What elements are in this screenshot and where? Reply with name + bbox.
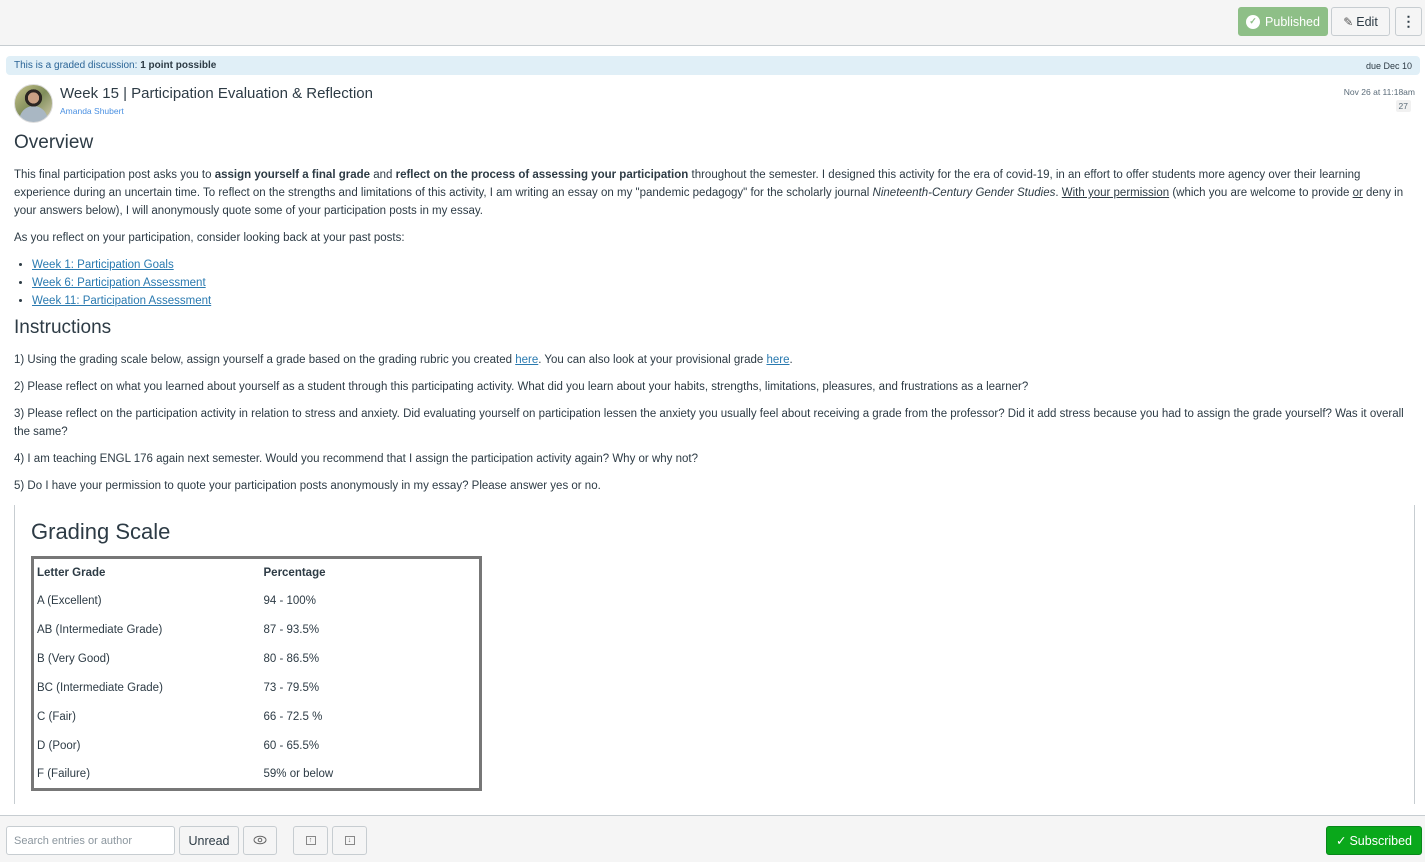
table-row: BC (Intermediate Grade) 73 - 79.5%	[33, 674, 481, 703]
published-label: Published	[1265, 14, 1320, 29]
check-circle-icon: ✓	[1246, 14, 1261, 29]
percentage-cell: 87 - 93.5%	[263, 624, 320, 636]
letter-grade-cell: C (Fair)	[37, 711, 76, 723]
list-item: Week 6: Participation Assessment	[32, 274, 211, 292]
post-date: Nov 26 at 11:18am	[1343, 87, 1415, 97]
top-toolbar: ✓ Published ✎ Edit ⋮	[0, 0, 1425, 46]
post-title: Week 15 | Participation Evaluation & Ref…	[60, 85, 373, 102]
points-possible: 1 point possible	[140, 60, 217, 71]
past-post-link-week-11[interactable]: Week 11: Participation Assessment	[32, 295, 211, 307]
edit-label: Edit	[1356, 14, 1378, 29]
pencil-icon: ✎	[1343, 14, 1354, 29]
intro-text: This final participation post asks you t…	[14, 169, 215, 181]
letter-grade-cell: A (Excellent)	[37, 595, 102, 607]
expand-replies-button[interactable]: ↓	[332, 826, 367, 855]
published-button[interactable]: ✓ Published	[1238, 7, 1328, 36]
table-row: F (Failure) 59% or below	[33, 761, 481, 790]
subscribed-button[interactable]: ✓ Subscribed	[1326, 826, 1422, 855]
unread-label: Unread	[188, 833, 230, 848]
reflect-paragraph: As you reflect on your participation, co…	[14, 232, 405, 244]
graded-label: This is a graded discussion:	[14, 60, 138, 71]
graded-discussion-banner: This is a graded discussion: 1 point pos…	[6, 56, 1420, 75]
checkmark-icon: ✓	[1335, 834, 1347, 848]
instruction-text: 1) Using the grading scale below, assign…	[14, 354, 516, 366]
collapse-replies-button[interactable]: ↑	[293, 826, 328, 855]
past-posts-list: Week 1: Participation Goals Week 6: Part…	[14, 256, 211, 310]
grading-scale-table: Letter Grade Percentage A (Excellent) 94 …	[31, 556, 482, 791]
past-post-link-week-1[interactable]: Week 1: Participation Goals	[32, 259, 174, 271]
reply-count-badge: 27	[1395, 100, 1411, 112]
percentage-cell: 94 - 100%	[263, 595, 316, 607]
unread-filter-button[interactable]: Unread	[179, 826, 239, 855]
mark-all-read-button[interactable]	[243, 826, 277, 855]
table-header-row: Letter Grade Percentage	[33, 558, 481, 587]
percentage-cell: 60 - 65.5%	[263, 740, 320, 752]
instruction-2: 2) Please reflect on what you learned ab…	[14, 381, 1029, 393]
overview-heading: Overview	[14, 132, 94, 153]
author-link[interactable]: Amanda Shubert	[60, 106, 124, 116]
intro-bold-1: assign yourself a final grade	[214, 169, 371, 181]
column-header-letter-grade: Letter Grade	[37, 566, 106, 579]
table-row: AB (Intermediate Grade) 87 - 93.5%	[33, 616, 481, 645]
list-item: Week 11: Participation Assessment	[32, 292, 211, 310]
graded-info: This is a graded discussion: 1 point pos…	[14, 60, 216, 71]
instruction-4: 4) I am teaching ENGL 176 again next sem…	[14, 453, 698, 465]
percentage-cell: 59% or below	[263, 768, 334, 781]
letter-grade-cell: B (Very Good)	[37, 653, 110, 665]
collapse-up-icon: ↑	[305, 836, 316, 845]
instruction-1: 1) Using the grading scale below, assign…	[14, 351, 1414, 369]
percentage-cell: 73 - 79.5%	[263, 682, 320, 694]
letter-grade-cell: D (Poor)	[37, 740, 81, 752]
provisional-grade-link[interactable]: here	[766, 354, 789, 366]
table-row: A (Excellent) 94 - 100%	[33, 587, 481, 616]
letter-grade-cell: F (Failure)	[37, 768, 91, 781]
expand-down-icon: ↓	[344, 836, 355, 845]
table-row: C (Fair) 66 - 72.5 %	[33, 703, 481, 732]
bottom-toolbar: Unread ↑ ↓ ✓ Subscribed	[0, 815, 1425, 862]
intro-text: (which you are welcome to provide	[1169, 187, 1353, 199]
percentage-cell: 80 - 86.5%	[263, 653, 320, 665]
rubric-link[interactable]: here	[515, 354, 538, 366]
instructions-heading: Instructions	[14, 317, 112, 338]
intro-paragraph: This final participation post asks you t…	[14, 166, 1414, 220]
kebab-icon: ⋮	[1401, 13, 1416, 29]
list-item: Week 1: Participation Goals	[32, 256, 211, 274]
table-row: D (Poor) 60 - 65.5%	[33, 732, 481, 761]
table-row: B (Very Good) 80 - 86.5%	[33, 645, 481, 674]
percentage-cell: 66 - 72.5 %	[263, 711, 323, 723]
instruction-text: .	[789, 354, 793, 366]
instruction-3: 3) Please reflect on the participation a…	[14, 408, 1404, 438]
intro-text: and	[370, 169, 396, 181]
search-entries-input[interactable]	[6, 826, 175, 855]
due-date: due Dec 10	[1365, 60, 1412, 71]
column-header-percentage: Percentage	[263, 566, 326, 579]
letter-grade-cell: AB (Intermediate Grade)	[37, 624, 163, 636]
instruction-5: 5) Do I have your permission to quote yo…	[14, 480, 601, 492]
journal-title: Nineteenth-Century Gender Studies	[872, 187, 1056, 199]
past-post-link-week-6[interactable]: Week 6: Participation Assessment	[32, 277, 206, 289]
edit-button[interactable]: ✎ Edit	[1331, 7, 1390, 36]
grading-scale-title: Grading Scale	[31, 519, 171, 544]
letter-grade-cell: BC (Intermediate Grade)	[37, 682, 163, 694]
eye-icon	[253, 834, 267, 848]
intro-bold-2: reflect on the process of assessing your…	[395, 169, 689, 181]
or-underline: or	[1352, 187, 1363, 199]
author-avatar[interactable]	[14, 84, 53, 123]
more-options-button[interactable]: ⋮	[1395, 7, 1422, 36]
instruction-text: . You can also look at your provisional …	[538, 354, 767, 366]
permission-underline: With your permission	[1061, 187, 1170, 199]
subscribed-label: Subscribed	[1349, 833, 1413, 848]
